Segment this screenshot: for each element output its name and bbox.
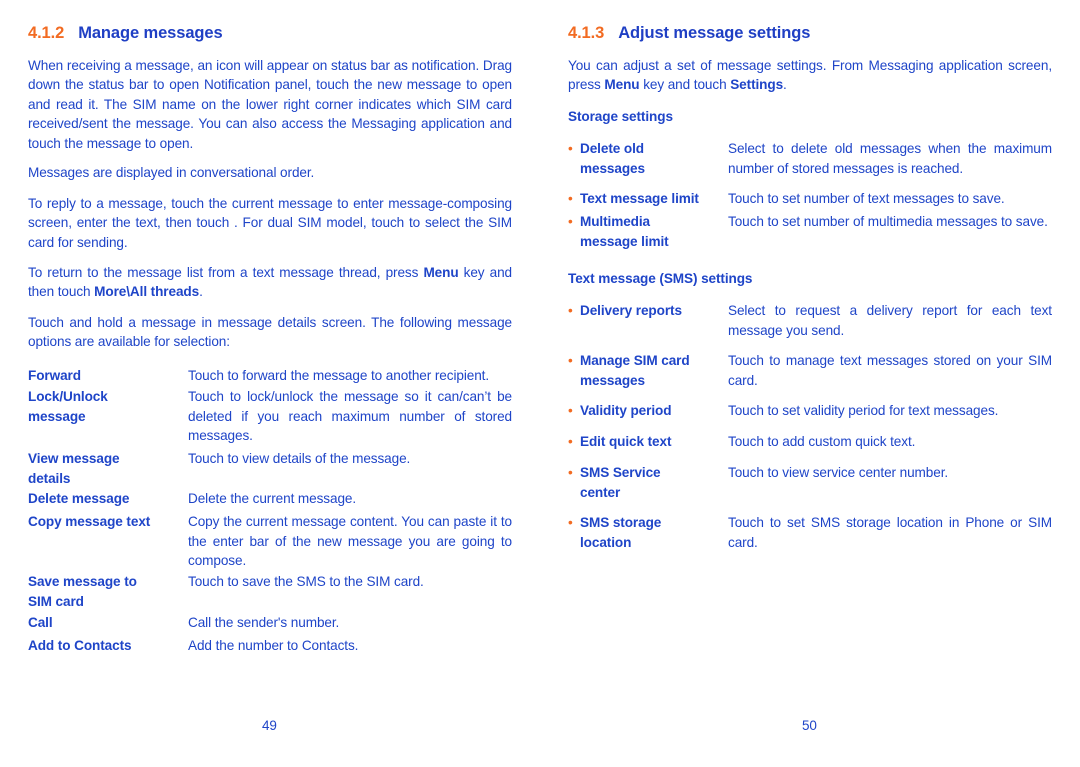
text: . — [783, 77, 787, 93]
option-desc: Touch to view details of the message. — [188, 451, 411, 466]
bullet-icon: • — [568, 403, 573, 418]
bullet-icon: • — [568, 303, 573, 318]
setting-desc: Touch to add custom quick text. — [728, 434, 916, 449]
paragraph-reply: To reply to a message, touch the current… — [28, 196, 512, 250]
setting-term: Edit quick text — [580, 434, 672, 449]
setting-term: Text message limit — [580, 191, 699, 206]
setting-desc: Touch to set validity period for text me… — [728, 403, 999, 418]
option-term: View message details — [28, 451, 120, 486]
option-desc: Copy the current message content. You ca… — [188, 514, 512, 569]
section-number: 4.1.3 — [568, 24, 605, 42]
section-title: Adjust message settings — [618, 24, 811, 42]
menu-key-label: Menu — [423, 265, 459, 280]
setting-desc: Select to delete old messages when the m… — [728, 141, 1052, 176]
option-term: Call — [28, 615, 53, 630]
section-heading-4-1-2: 4.1.2 Manage messages — [28, 24, 223, 43]
setting-term: SMS storage location — [580, 515, 662, 550]
settings-label: Settings — [730, 77, 784, 93]
paragraph-receiving: When receiving a message, an icon will a… — [28, 58, 512, 151]
option-desc: Touch to lock/unlock the message so it c… — [188, 389, 512, 444]
setting-desc: Touch to manage text messages stored on … — [728, 353, 1052, 388]
bullet-icon: • — [568, 141, 573, 156]
text: To return to the message list from a tex… — [28, 265, 424, 280]
setting-term: Delivery reports — [580, 303, 682, 318]
option-desc: Delete the current message. — [188, 491, 357, 506]
more-all-threads-label: More\All threads — [94, 284, 200, 300]
text: . — [199, 284, 203, 300]
setting-desc: Touch to set SMS storage location in Pho… — [728, 515, 1052, 550]
bullet-icon: • — [568, 191, 573, 206]
bullet-icon: • — [568, 515, 573, 530]
setting-term: Multimedia message limit — [580, 214, 669, 249]
section-heading-4-1-3: 4.1.3 Adjust message settings — [568, 24, 810, 43]
paragraph-order: Messages are displayed in conversational… — [28, 165, 315, 180]
setting-desc: Touch to view service center number. — [728, 465, 949, 480]
option-desc: Touch to save the SMS to the SIM card. — [188, 574, 424, 589]
sms-settings-title: Text message (SMS) settings — [568, 271, 753, 286]
bullet-icon: • — [568, 353, 573, 368]
bullet-icon: • — [568, 434, 573, 449]
option-desc: Call the sender's number. — [188, 615, 340, 630]
paragraph-options: Touch and hold a message in message deta… — [28, 315, 512, 350]
setting-term: Manage SIM card messages — [580, 353, 690, 388]
setting-term: Validity period — [580, 403, 672, 418]
option-desc: Add the number to Contacts. — [188, 638, 359, 653]
setting-desc: Select to request a delivery report for … — [728, 303, 1052, 338]
option-term: Save message to SIM card — [28, 574, 137, 609]
setting-term: Delete old messages — [580, 141, 645, 176]
option-term: Copy message text — [28, 514, 151, 529]
text: key and touch — [639, 77, 731, 93]
setting-desc: Touch to set number of multimedia messag… — [728, 214, 1048, 229]
section-number: 4.1.2 — [28, 24, 65, 42]
bullet-icon: • — [568, 465, 573, 480]
setting-term: SMS Service center — [580, 465, 661, 500]
option-term: Add to Contacts — [28, 638, 132, 653]
paragraph-intro: You can adjust a set of message settings… — [568, 56, 1052, 95]
storage-settings-title: Storage settings — [568, 109, 673, 124]
option-term: Delete message — [28, 491, 130, 506]
page-number-right: 50 — [802, 718, 817, 733]
section-title: Manage messages — [78, 24, 223, 42]
menu-key-label: Menu — [604, 77, 640, 93]
paragraph-return: To return to the message list from a tex… — [28, 263, 512, 302]
option-desc: Touch to forward the message to another … — [188, 368, 490, 383]
option-term: Forward — [28, 368, 81, 383]
bullet-icon: • — [568, 214, 573, 229]
option-term: Lock/Unlock message — [28, 389, 108, 424]
page-number-left: 49 — [262, 718, 277, 733]
setting-desc: Touch to set number of text messages to … — [728, 191, 1005, 206]
